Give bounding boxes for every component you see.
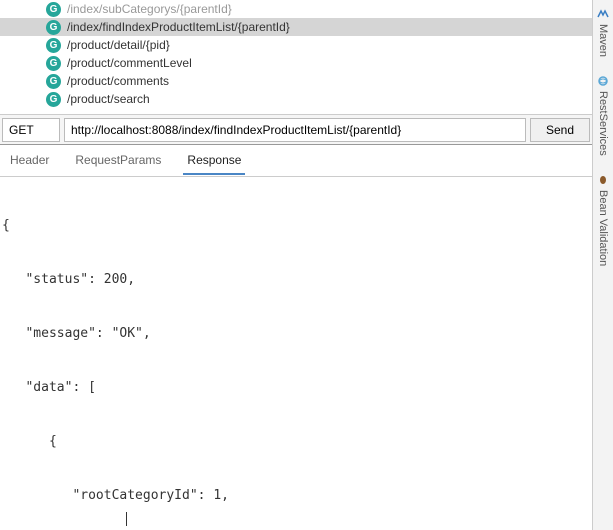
endpoint-path: /product/search: [67, 92, 150, 106]
http-get-icon: G: [46, 92, 61, 107]
url-input[interactable]: [64, 118, 526, 142]
http-get-icon: G: [46, 20, 61, 35]
response-line: {: [2, 433, 590, 451]
response-line: "rootCategoryId": 1,: [2, 487, 590, 505]
request-bar: Send: [0, 115, 592, 145]
maven-icon: [597, 8, 609, 20]
tab-request-params[interactable]: RequestParams: [71, 147, 165, 175]
tab-response[interactable]: Response: [183, 147, 245, 175]
endpoint-path: /index/findIndexProductItemList/{parentI…: [67, 20, 290, 34]
endpoint-list: G /index/subCategorys/{parentId} G /inde…: [0, 0, 592, 115]
rail-tab-rest-services[interactable]: RestServices: [595, 71, 611, 160]
endpoint-item[interactable]: G /product/comments: [0, 72, 592, 90]
endpoint-item[interactable]: G /index/findIndexProductItemList/{paren…: [0, 18, 592, 36]
endpoint-item[interactable]: G /product/commentLevel: [0, 54, 592, 72]
http-method-select[interactable]: [2, 118, 60, 142]
tabs: Header RequestParams Response: [0, 145, 592, 177]
response-line: "status": 200,: [2, 271, 590, 289]
rail-tab-label: Maven: [597, 24, 609, 57]
send-button[interactable]: Send: [530, 118, 590, 142]
endpoint-path: /index/subCategorys/{parentId}: [67, 2, 232, 16]
bean-validation-icon: [597, 174, 609, 186]
response-line: "data": [: [2, 379, 590, 397]
endpoint-path: /product/detail/{pid}: [67, 38, 170, 52]
endpoint-item[interactable]: G /product/detail/{pid}: [0, 36, 592, 54]
tab-header[interactable]: Header: [6, 147, 53, 175]
tool-window-rail: Maven RestServices Bean Validation: [592, 0, 613, 530]
http-get-icon: G: [46, 56, 61, 71]
rail-tab-label: Bean Validation: [597, 190, 609, 266]
http-get-icon: G: [46, 74, 61, 89]
http-get-icon: G: [46, 2, 61, 17]
response-line: {: [2, 217, 590, 235]
endpoint-path: /product/comments: [67, 74, 169, 88]
rail-tab-bean-validation[interactable]: Bean Validation: [595, 170, 611, 270]
endpoint-item[interactable]: G /index/subCategorys/{parentId}: [0, 0, 592, 18]
response-body[interactable]: { "status": 200, "message": "OK", "data"…: [0, 177, 592, 530]
rest-services-icon: [597, 75, 609, 87]
http-get-icon: G: [46, 38, 61, 53]
endpoint-path: /product/commentLevel: [67, 56, 192, 70]
response-line: "message": "OK",: [2, 325, 590, 343]
rail-tab-label: RestServices: [597, 91, 609, 156]
text-cursor-icon: [126, 512, 127, 526]
rail-tab-maven[interactable]: Maven: [595, 4, 611, 61]
endpoint-item[interactable]: G /product/search: [0, 90, 592, 108]
